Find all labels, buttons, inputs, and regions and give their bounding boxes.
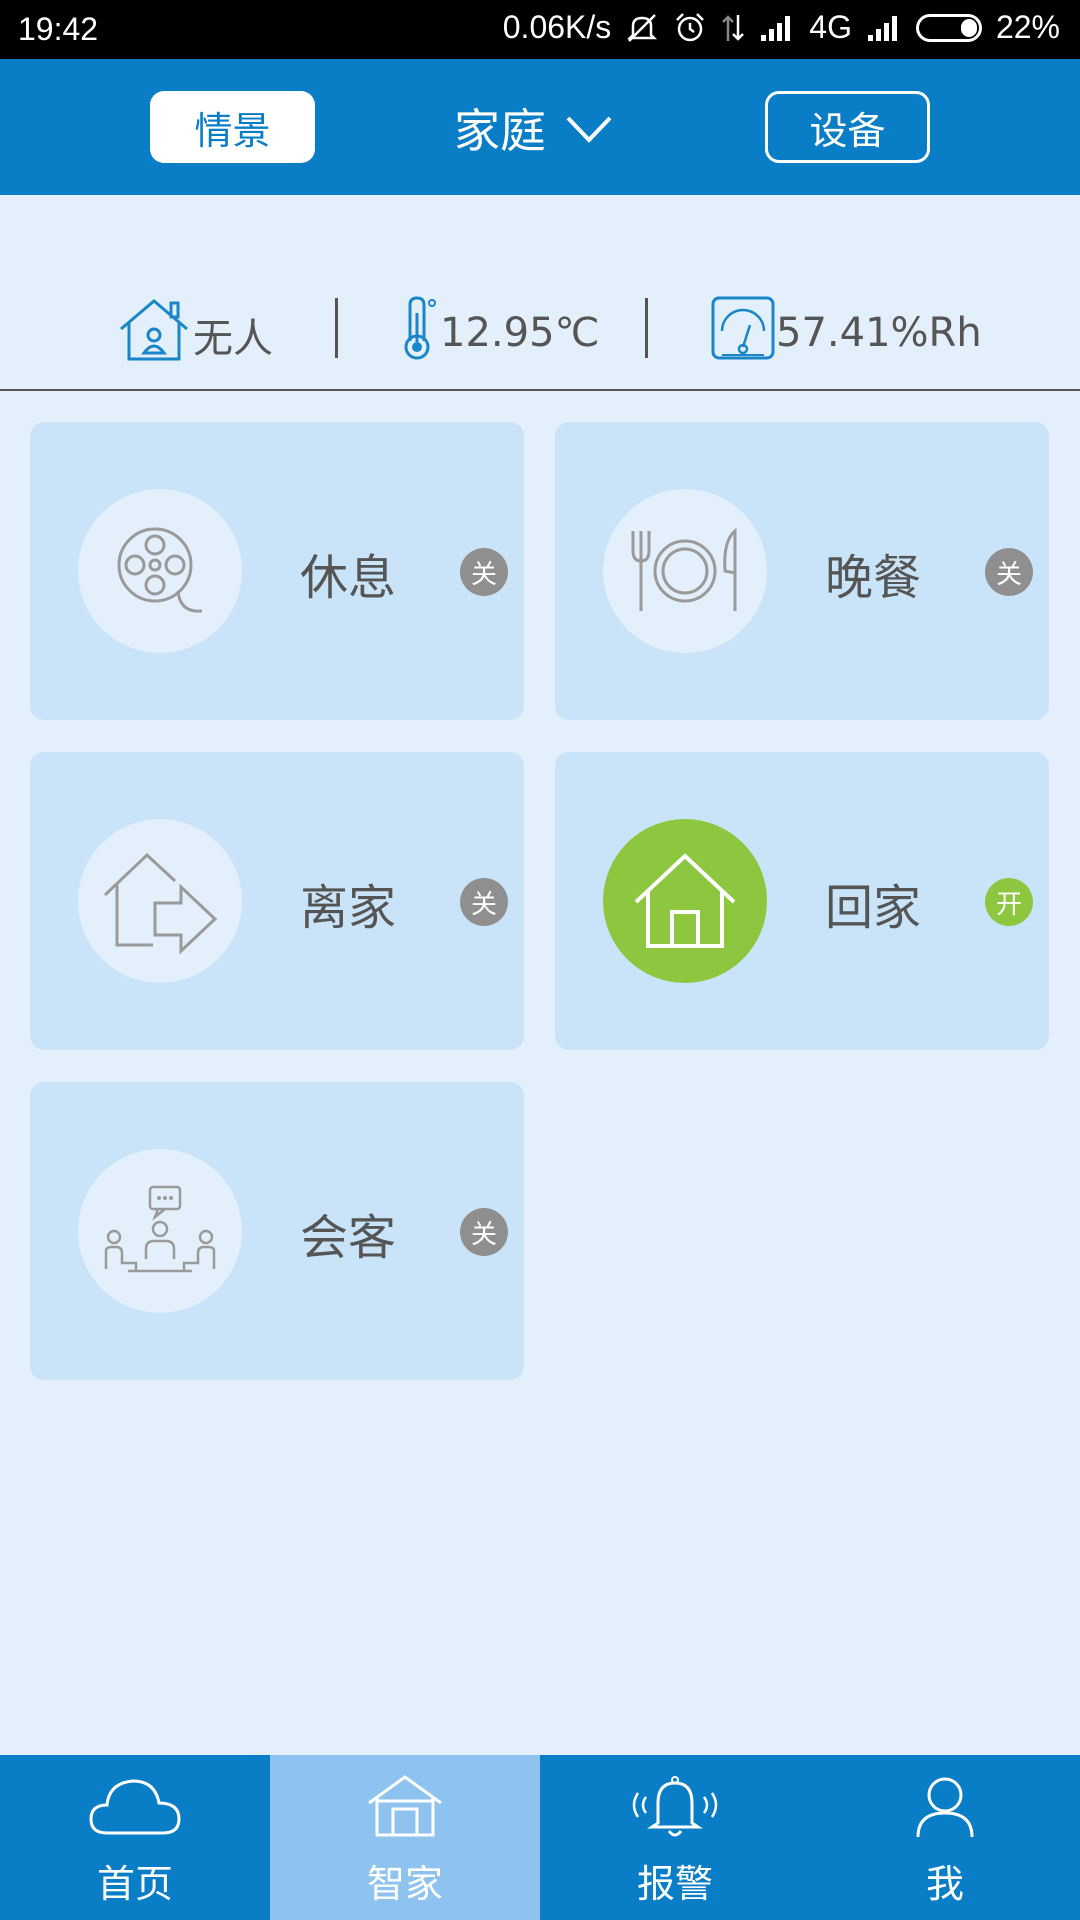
network-type: 4G [809, 9, 852, 45]
top-header: 情景 家庭 设备 [0, 59, 1080, 195]
nav-item-alarm[interactable]: 报警 [540, 1755, 810, 1920]
nav-label: 报警 [636, 1862, 713, 1906]
chevron-down-icon [564, 101, 614, 155]
cloud-icon [0, 1773, 270, 1839]
nav-item-home[interactable]: 首页 [0, 1755, 270, 1920]
thermometer-icon [398, 295, 440, 371]
data-transfer-icon [721, 11, 745, 45]
nav-item-smart-home[interactable]: 智家 [270, 1755, 540, 1920]
scene-card-dinner[interactable]: 晚餐 关 [555, 422, 1049, 720]
presence-info: 无人 [115, 295, 273, 375]
status-right: 0.06K/s 4G 22% [503, 9, 1060, 46]
nav-label: 首页 [96, 1862, 173, 1906]
meeting-icon [78, 1149, 242, 1313]
house-person-icon [115, 295, 193, 375]
scene-state-badge[interactable]: 关 [985, 548, 1033, 596]
signal-icon-2 [866, 13, 902, 43]
battery-icon [915, 13, 982, 42]
tab-device[interactable]: 设备 [765, 91, 930, 163]
nav-label: 智家 [366, 1862, 443, 1906]
scene-label: 回家 [825, 880, 922, 936]
user-icon [810, 1773, 1080, 1839]
humidity-info: 57.41%Rh [710, 295, 982, 371]
nav-label: 我 [925, 1862, 964, 1906]
info-divider [335, 298, 338, 358]
film-reel-icon [78, 489, 242, 653]
home-name: 家庭 [454, 104, 546, 158]
signal-icon [759, 13, 795, 43]
scene-card-come-home[interactable]: 回家 开 [555, 752, 1049, 1050]
mute-icon [625, 11, 659, 45]
hygrometer-icon [710, 295, 776, 371]
leave-home-icon [78, 819, 242, 983]
scene-card-leave-home[interactable]: 离家 关 [30, 752, 524, 1050]
alarm-bell-icon [540, 1773, 810, 1839]
smart-home-icon [270, 1773, 540, 1839]
humidity-value: 57.41%Rh [776, 310, 982, 356]
status-bar: 19:42 0.06K/s 4G 22% [0, 0, 1080, 59]
network-speed: 0.06K/s [502, 9, 612, 45]
alarm-clock-icon [673, 11, 707, 45]
status-time: 19:42 [18, 11, 99, 47]
dinner-plate-icon [603, 489, 767, 653]
scene-state-badge[interactable]: 关 [460, 878, 508, 926]
scene-state-badge[interactable]: 关 [460, 1208, 508, 1256]
environment-info: 无人 12.95℃ 57.41%Rh [0, 195, 1080, 391]
battery-percent: 22% [995, 9, 1060, 45]
home-selector[interactable]: 家庭 [454, 95, 614, 161]
scene-label: 离家 [300, 880, 397, 936]
temperature-info: 12.95℃ [398, 295, 599, 371]
scene-card-meet-guests[interactable]: 会客 关 [30, 1082, 524, 1380]
scene-label: 休息 [300, 550, 397, 606]
scene-state-badge[interactable]: 关 [460, 548, 508, 596]
scene-label: 晚餐 [825, 550, 922, 606]
info-divider [645, 298, 648, 358]
scene-state-badge[interactable]: 开 [985, 878, 1033, 926]
temperature-value: 12.95℃ [440, 310, 600, 356]
bottom-nav: 首页 智家 报警 我 [0, 1755, 1080, 1920]
scene-label: 会客 [300, 1210, 397, 1266]
tab-scene[interactable]: 情景 [150, 91, 315, 163]
home-icon [603, 819, 767, 983]
scene-card-rest[interactable]: 休息 关 [30, 422, 524, 720]
nav-item-me[interactable]: 我 [810, 1755, 1080, 1920]
presence-text: 无人 [193, 316, 273, 362]
